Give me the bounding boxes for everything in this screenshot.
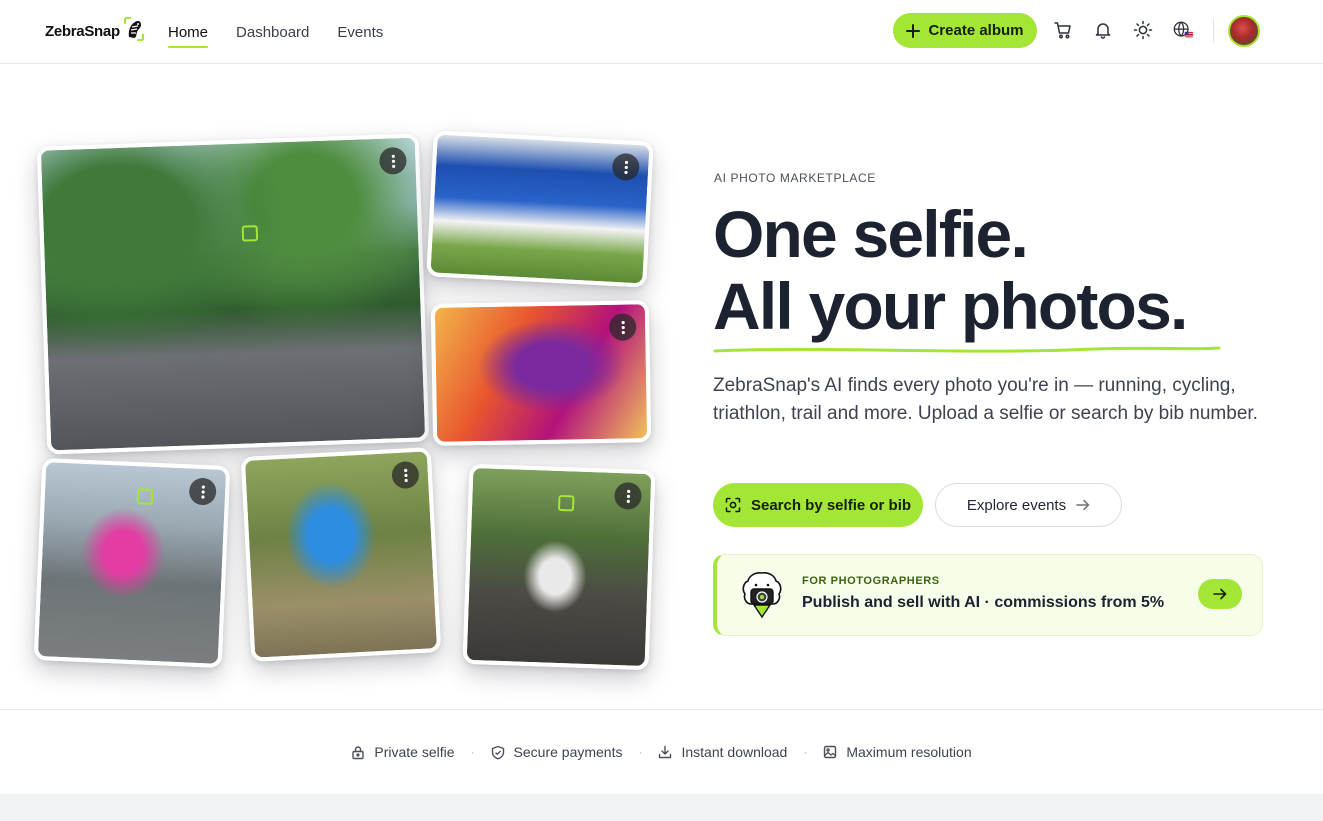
lock-icon	[352, 745, 365, 759]
cart-icon[interactable]	[1052, 19, 1074, 41]
brand-name: ZebraSnap	[45, 22, 120, 40]
create-album-button[interactable]: Create album	[893, 13, 1037, 48]
trust-label: Secure payments	[513, 744, 623, 760]
brand-logo[interactable]: ZebraSnap	[45, 16, 146, 46]
photographers-promo-card[interactable]: FOR PHOTOGRAPHERS Publish and sell with …	[713, 554, 1263, 636]
promo-arrow-button[interactable]	[1198, 579, 1242, 609]
photographer-mascot-icon	[739, 569, 785, 626]
trust-label: Instant download	[681, 744, 788, 760]
nav-home[interactable]: Home	[168, 0, 209, 64]
face-scan-icon	[725, 497, 741, 513]
globe-icon[interactable]	[1172, 19, 1194, 41]
sun-icon[interactable]	[1132, 19, 1154, 41]
plus-icon	[906, 23, 921, 38]
hero-headline: One selfie. All your photos.	[713, 197, 1188, 343]
photo-card-stage-lights[interactable]	[430, 300, 652, 446]
header-divider	[1213, 19, 1214, 43]
headline-line-1: One selfie.	[713, 197, 1029, 271]
trust-label: Private selfie	[374, 744, 455, 760]
download-icon	[659, 745, 672, 759]
trust-item-maximum-resolution: Maximum resolution	[823, 744, 972, 760]
more-options-icon[interactable]	[614, 481, 642, 510]
face-detection-box	[557, 494, 575, 512]
face-detection-box	[136, 488, 154, 505]
nav-events[interactable]: Events	[337, 0, 383, 64]
main-nav: Home Dashboard Events	[168, 0, 383, 64]
more-options-icon[interactable]	[608, 313, 637, 341]
face-detection-box	[241, 225, 259, 242]
separator-dot: ·	[470, 745, 475, 759]
image-icon	[824, 745, 837, 759]
photo-card-trail-runner[interactable]	[240, 447, 442, 662]
trust-item-private-selfie: Private selfie	[351, 744, 455, 760]
explore-events-button[interactable]: Explore events	[935, 483, 1122, 527]
trust-label: Maximum resolution	[846, 744, 972, 760]
more-options-icon[interactable]	[611, 152, 641, 182]
search-selfie-bib-button[interactable]: Search by selfie or bib	[713, 483, 923, 527]
more-options-icon[interactable]	[378, 146, 407, 175]
footer-band	[0, 794, 1323, 821]
trust-features-bar: Private selfie · Secure payments · Insta…	[0, 709, 1323, 794]
photo-card-bib-runner[interactable]	[426, 130, 654, 288]
hero-eyebrow: AI PHOTO MARKETPLACE	[714, 171, 876, 185]
more-options-icon[interactable]	[391, 460, 420, 490]
explore-events-label: Explore events	[966, 496, 1067, 514]
trust-item-secure-payments: Secure payments	[491, 744, 623, 760]
bell-icon[interactable]	[1092, 19, 1114, 41]
headline-line-2: All your photos.	[713, 269, 1188, 343]
more-options-icon[interactable]	[188, 477, 217, 506]
shield-check-icon	[491, 745, 504, 759]
create-album-label: Create album	[928, 22, 1024, 39]
user-avatar[interactable]	[1228, 15, 1260, 47]
top-navigation-bar: ZebraSnap Home Dashboard Events Create a…	[0, 0, 1323, 64]
nav-dashboard[interactable]: Dashboard	[236, 0, 309, 64]
trust-item-instant-download: Instant download	[658, 744, 787, 760]
photo-card-pink-runner[interactable]	[33, 457, 231, 669]
separator-dot: ·	[638, 745, 643, 759]
separator-dot: ·	[803, 745, 808, 759]
photo-card-runners-road[interactable]	[36, 133, 430, 455]
arrow-right-icon	[1076, 499, 1090, 511]
promo-eyebrow: FOR PHOTOGRAPHERS	[802, 575, 940, 587]
zebra-logo-icon	[122, 15, 146, 48]
search-selfie-bib-label: Search by selfie or bib	[750, 496, 912, 514]
headline-underline	[713, 346, 1221, 353]
hero-description: ZebraSnap's AI finds every photo you're …	[713, 375, 1258, 424]
arrow-right-icon	[1213, 588, 1227, 600]
promo-title: Publish and sell with AI · commissions f…	[802, 594, 1165, 611]
photo-card-horse-rider[interactable]	[462, 463, 656, 671]
